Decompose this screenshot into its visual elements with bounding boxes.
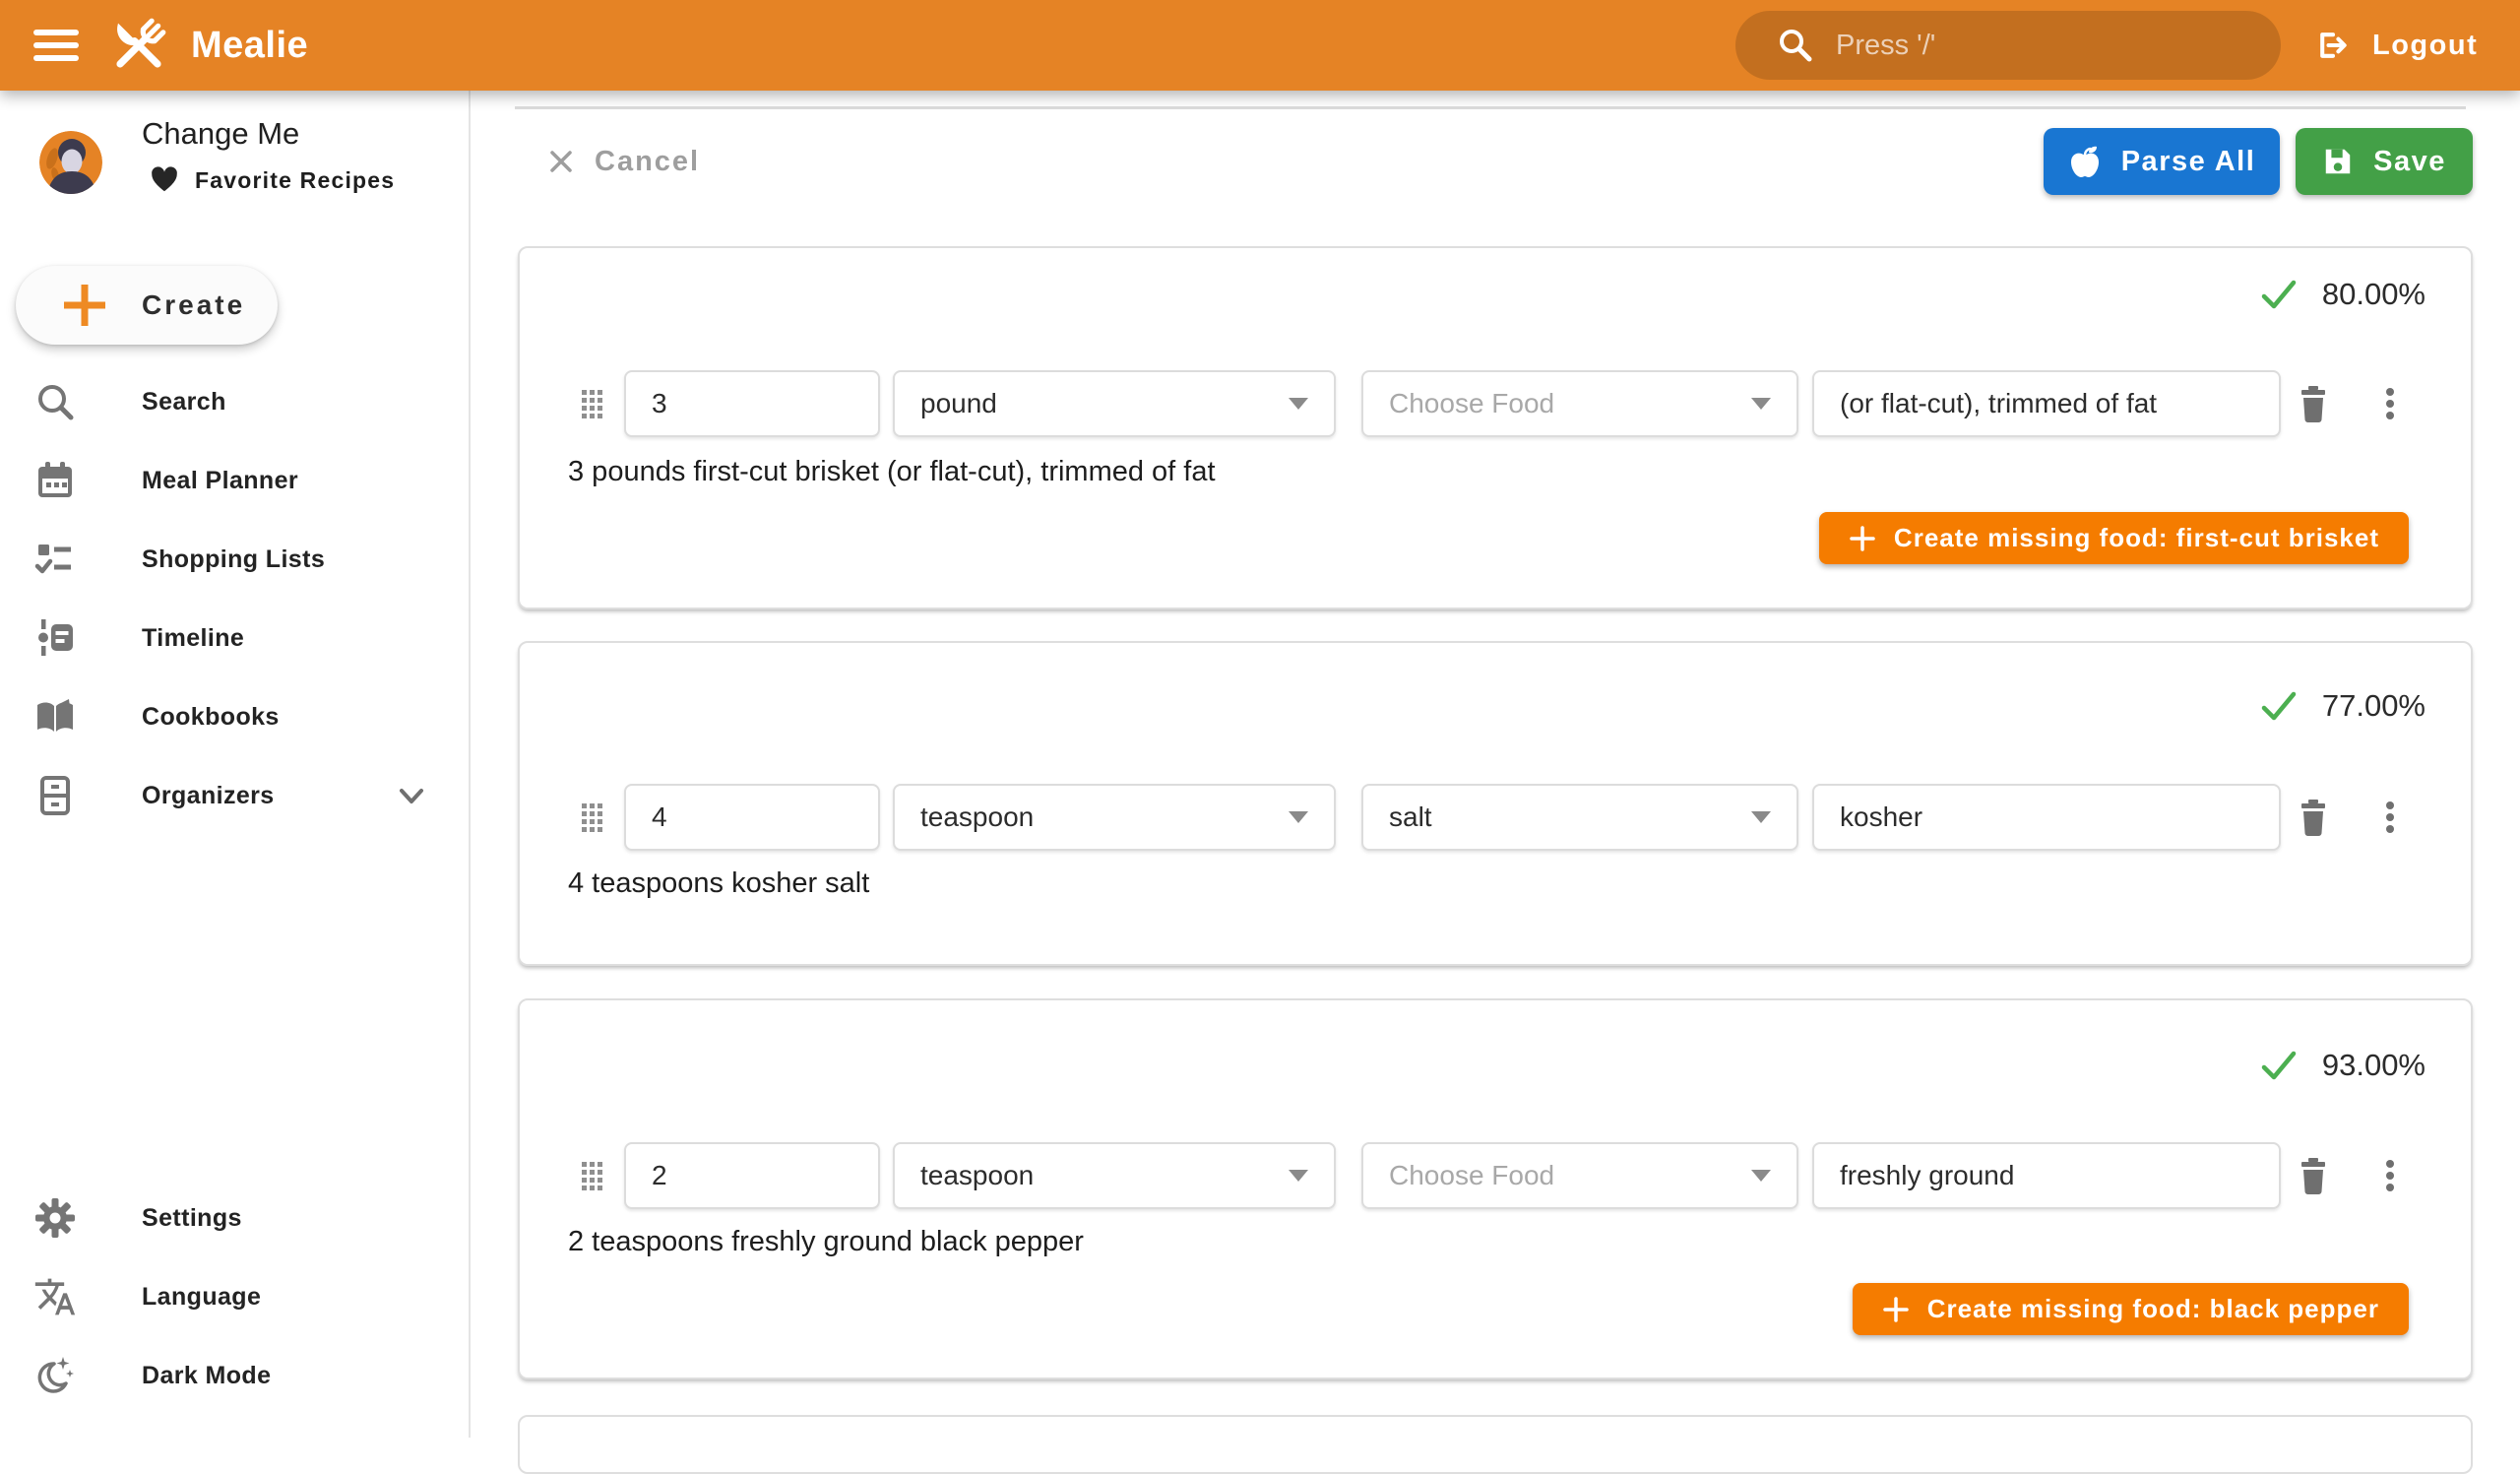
- close-icon: [545, 146, 577, 177]
- logout-button[interactable]: Logout: [2303, 0, 2489, 91]
- timeline-icon: [33, 616, 77, 660]
- cancel-button[interactable]: Cancel: [545, 146, 700, 178]
- check-icon: [2259, 686, 2299, 726]
- scrolled-card-edge: [515, 106, 2466, 109]
- dropdown-arrow-icon: [1289, 398, 1308, 410]
- confidence-indicator: 77.00%: [2259, 686, 2426, 726]
- quantity-input[interactable]: 2: [624, 1142, 880, 1209]
- parse-all-button[interactable]: Parse All: [2044, 128, 2280, 195]
- more-options-button[interactable]: [2366, 794, 2414, 841]
- plus-icon: [1882, 1296, 1910, 1323]
- original-ingredient-text: 2 teaspoons freshly ground black pepper: [568, 1226, 1084, 1258]
- drag-handle-icon[interactable]: [582, 390, 602, 418]
- drag-handle-icon[interactable]: [582, 803, 602, 832]
- app-bar: Mealie Press '/' Logout: [0, 0, 2520, 91]
- logout-icon: [2315, 28, 2351, 63]
- dropdown-arrow-icon: [1751, 811, 1771, 823]
- drag-handle-icon[interactable]: [582, 1162, 602, 1190]
- chevron-down-icon: [392, 776, 431, 815]
- sidebar-item-settings[interactable]: Settings: [0, 1179, 469, 1257]
- delete-button[interactable]: [2290, 794, 2337, 841]
- create-button[interactable]: Create: [16, 266, 278, 345]
- trash-icon: [2290, 380, 2337, 427]
- main-content: Cancel Parse All Save: [471, 91, 2520, 1438]
- unit-select[interactable]: teaspoon: [893, 1142, 1336, 1209]
- ingredient-card: 80.00% 3 pound Choose Food (or flat-cut)…: [518, 246, 2473, 609]
- original-ingredient-text: 3 pounds first-cut brisket (or flat-cut)…: [568, 456, 1216, 488]
- parser-toolbar: Cancel Parse All Save: [518, 128, 2473, 195]
- ingredient-card-partial: [518, 1415, 2473, 1474]
- apple-icon: [2068, 145, 2102, 178]
- search-placeholder: Press '/': [1836, 30, 1935, 62]
- save-button[interactable]: Save: [2296, 128, 2473, 195]
- quantity-input[interactable]: 3: [624, 370, 880, 437]
- create-missing-food-button[interactable]: Create missing food: first-cut brisket: [1819, 512, 2409, 564]
- delete-button[interactable]: [2290, 1152, 2337, 1199]
- food-select[interactable]: Choose Food: [1361, 370, 1798, 437]
- food-select[interactable]: salt: [1361, 784, 1798, 851]
- app-title: Mealie: [191, 25, 308, 67]
- dropdown-arrow-icon: [1751, 1170, 1771, 1182]
- search-input[interactable]: Press '/': [1735, 11, 2281, 80]
- trash-icon: [2290, 1152, 2337, 1199]
- sidebar-nav: Search Meal Planner: [0, 362, 469, 835]
- magnify-icon: [33, 380, 77, 423]
- more-options-button[interactable]: [2366, 380, 2414, 427]
- kebab-menu-icon: [2366, 380, 2414, 427]
- check-icon: [2259, 1046, 2299, 1085]
- quantity-input[interactable]: 4: [624, 784, 880, 851]
- save-icon: [2322, 146, 2354, 177]
- sidebar-item-meal-planner[interactable]: Meal Planner: [0, 441, 469, 520]
- create-missing-food-button[interactable]: Create missing food: black pepper: [1853, 1283, 2409, 1335]
- sidebar-item-shopping-lists[interactable]: Shopping Lists: [0, 520, 469, 599]
- sidebar-item-dark-mode[interactable]: Dark Mode: [0, 1336, 469, 1415]
- gear-icon: [33, 1196, 77, 1240]
- sidebar-item-language[interactable]: Language: [0, 1257, 469, 1336]
- book-open-icon: [33, 695, 77, 738]
- plus-icon: [59, 280, 110, 331]
- ingredient-card: 93.00% 2 teaspoon Choose Food freshly gr…: [518, 998, 2473, 1379]
- more-options-button[interactable]: [2366, 1152, 2414, 1199]
- user-name: Change Me: [142, 116, 299, 152]
- kebab-menu-icon: [2366, 794, 2414, 841]
- note-input[interactable]: (or flat-cut), trimmed of fat: [1812, 370, 2281, 437]
- translate-icon: [33, 1275, 77, 1318]
- dropdown-arrow-icon: [1289, 1170, 1308, 1182]
- plus-icon: [1849, 525, 1876, 552]
- sidebar-item-cookbooks[interactable]: Cookbooks: [0, 677, 469, 756]
- file-cabinet-icon: [33, 774, 77, 817]
- check-icon: [2259, 275, 2299, 314]
- kebab-menu-icon: [2366, 1152, 2414, 1199]
- dropdown-arrow-icon: [1751, 398, 1771, 410]
- favorite-recipes-link[interactable]: Favorite Recipes: [150, 165, 395, 195]
- moon-stars-icon: [33, 1354, 77, 1397]
- heart-icon: [150, 165, 179, 195]
- sidebar-item-timeline[interactable]: Timeline: [0, 599, 469, 677]
- confidence-indicator: 93.00%: [2259, 1046, 2426, 1085]
- delete-button[interactable]: [2290, 380, 2337, 427]
- confidence-indicator: 80.00%: [2259, 275, 2426, 314]
- note-input[interactable]: kosher: [1812, 784, 2281, 851]
- food-select[interactable]: Choose Food: [1361, 1142, 1798, 1209]
- original-ingredient-text: 4 teaspoons kosher salt: [568, 867, 869, 900]
- mealie-logo-icon: [106, 13, 171, 78]
- sidebar-item-organizers[interactable]: Organizers: [0, 756, 469, 835]
- dropdown-arrow-icon: [1289, 811, 1308, 823]
- sidebar: Change Me Favorite Recipes Create Search: [0, 91, 471, 1438]
- unit-select[interactable]: teaspoon: [893, 784, 1336, 851]
- unit-select[interactable]: pound: [893, 370, 1336, 437]
- menu-icon[interactable]: [33, 23, 79, 68]
- search-icon: [1777, 27, 1814, 64]
- sidebar-bottom-nav: Settings Language Dark Mode: [0, 1179, 469, 1415]
- note-input[interactable]: freshly ground: [1812, 1142, 2281, 1209]
- avatar[interactable]: [39, 131, 102, 194]
- ingredient-card: 77.00% 4 teaspoon salt kosher 4 teaspoon…: [518, 641, 2473, 966]
- sidebar-item-search[interactable]: Search: [0, 362, 469, 441]
- trash-icon: [2290, 794, 2337, 841]
- calendar-icon: [33, 459, 77, 502]
- list-checks-icon: [33, 538, 77, 581]
